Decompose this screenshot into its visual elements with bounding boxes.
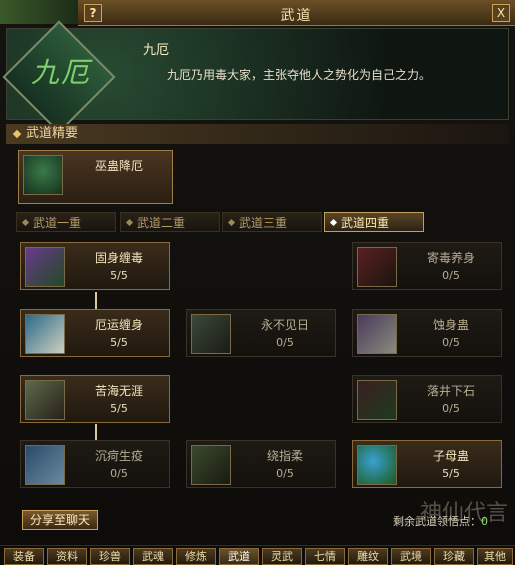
sea-beast-icon [25, 380, 65, 420]
bottom-tab[interactable]: 雕纹 [348, 548, 388, 565]
skill-level: 0/5 [442, 269, 460, 282]
close-button[interactable]: X [492, 4, 510, 22]
bottom-tab[interactable]: 装备 [4, 548, 44, 565]
skill-name: 蚀身蛊 [432, 318, 469, 332]
skill-level: 0/5 [442, 336, 460, 349]
top-skill-card[interactable]: 巫蛊降厄 [18, 150, 173, 204]
skill-link [95, 424, 97, 440]
skill-card[interactable]: 蚀身蛊 0/5 [352, 309, 502, 357]
bottom-tab[interactable]: 珍藏 [434, 548, 474, 565]
section-title: 武道精要 [6, 124, 509, 144]
corner-decoration [0, 0, 80, 24]
tab-tier-4[interactable]: 武道四重 [324, 212, 424, 232]
corrode-arm-icon [357, 314, 397, 354]
skill-name: 永不见日 [260, 318, 309, 332]
bottom-tab[interactable]: 武境 [391, 548, 431, 565]
skill-level: 5/5 [110, 336, 128, 349]
skill-level: 0/5 [442, 402, 460, 415]
leech-icon [357, 247, 397, 287]
plague-blade-icon [25, 445, 65, 485]
skill-name: 寄毒养身 [426, 251, 475, 265]
school-description: 九厄乃用毒大家，主张夺他人之势化为自己之力。 [167, 68, 432, 82]
points-value: 0 [481, 515, 488, 528]
skill-card[interactable]: 子母蛊 5/5 [352, 440, 502, 488]
help-button[interactable]: ? [84, 4, 102, 22]
skill-name: 子母蛊 [432, 449, 469, 463]
bottom-tab[interactable]: 七情 [305, 548, 345, 565]
mother-gu-icon [357, 445, 397, 485]
bottom-tab[interactable]: 珍兽 [90, 548, 130, 565]
school-name: 九厄 [143, 43, 170, 58]
bottom-tab[interactable]: 资料 [47, 548, 87, 565]
bottom-tab-bar: 装备 资料 珍兽 武魂 修炼 武道 灵武 七情 雕纹 武境 珍藏 其他 [0, 545, 515, 565]
school-header: 九厄 九厄 九厄乃用毒大家，主张夺他人之势化为自己之力。 [2, 20, 509, 134]
skill-card[interactable]: 厄运缠身 5/5 [20, 309, 170, 357]
tab-tier-3[interactable]: 武道三重 [222, 212, 322, 232]
shadow-beast-icon [191, 314, 231, 354]
skill-name: 绕指柔 [266, 449, 303, 463]
stone-fall-icon [357, 380, 397, 420]
witchcraft-icon [23, 155, 63, 195]
points-label: 剩余武道领悟点： [393, 515, 481, 528]
bottom-tab[interactable]: 武魂 [133, 548, 173, 565]
skill-name: 巫蛊降厄 [94, 159, 143, 173]
skill-card[interactable]: 永不见日 0/5 [186, 309, 336, 357]
bottom-tab[interactable]: 武道 [219, 548, 259, 565]
bottom-tab[interactable]: 其他 [477, 548, 513, 565]
finger-icon [191, 445, 231, 485]
skill-level: 5/5 [442, 467, 460, 480]
wudao-window: 武道 ? X 九厄 九厄 九厄乃用毒大家，主张夺他人之势化为自己之力。 武道精要… [0, 0, 515, 565]
tab-tier-1[interactable]: 武道一重 [16, 212, 116, 232]
skill-card[interactable]: 固身缠毒 5/5 [20, 242, 170, 290]
share-to-chat-button[interactable]: 分享至聊天 [22, 510, 98, 530]
skill-card[interactable]: 沉疴生疫 0/5 [20, 440, 170, 488]
skill-card[interactable]: 苦海无涯 5/5 [20, 375, 170, 423]
skill-level: 5/5 [110, 402, 128, 415]
skill-link [95, 292, 97, 310]
skill-card[interactable]: 落井下石 0/5 [352, 375, 502, 423]
remaining-points: 剩余武道领悟点：0 [393, 513, 488, 529]
skill-level: 0/5 [276, 336, 294, 349]
tab-tier-2[interactable]: 武道二重 [120, 212, 220, 232]
poison-snake-icon [25, 247, 65, 287]
skill-name: 厄运缠身 [94, 318, 143, 332]
skill-name: 落井下石 [426, 384, 475, 398]
skill-level: 5/5 [110, 269, 128, 282]
skill-name: 固身缠毒 [94, 251, 143, 265]
curse-arm-icon [25, 314, 65, 354]
skill-card[interactable]: 寄毒养身 0/5 [352, 242, 502, 290]
skill-level: 0/5 [110, 467, 128, 480]
bottom-tab[interactable]: 修炼 [176, 548, 216, 565]
bottom-tab[interactable]: 灵武 [262, 548, 302, 565]
portrait-text: 九厄 [30, 56, 91, 89]
title-bar: 武道 [78, 0, 515, 26]
skill-name: 苦海无涯 [94, 384, 143, 398]
skill-card[interactable]: 绕指柔 0/5 [186, 440, 336, 488]
skill-level: 0/5 [276, 467, 294, 480]
window-title: 武道 [280, 8, 313, 24]
skill-name: 沉疴生疫 [94, 449, 143, 463]
